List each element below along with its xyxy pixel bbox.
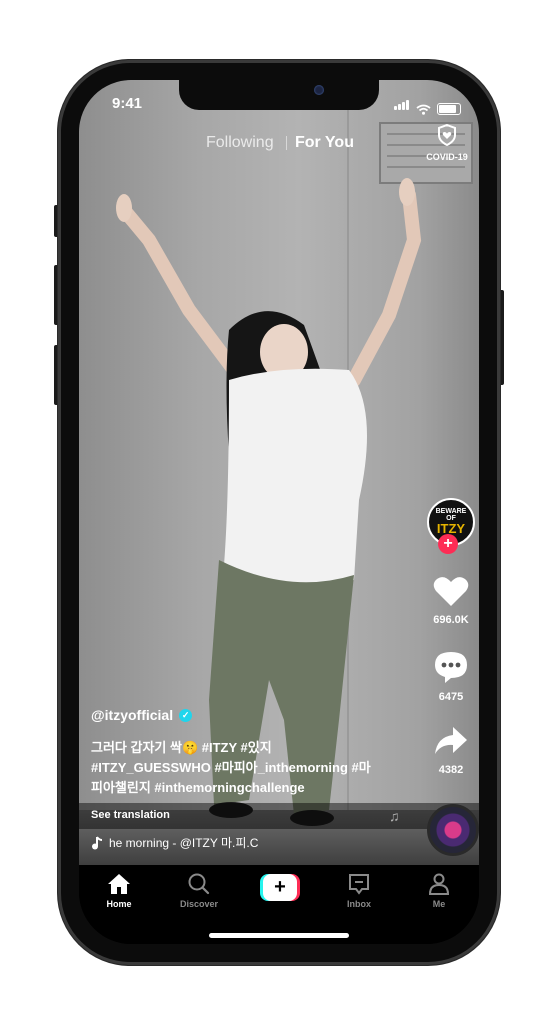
caption-line-1: 그러다 갑자기 싹🤫 #ITZY #있지 (91, 740, 272, 755)
notch (179, 80, 379, 110)
share-count: 4382 (438, 764, 464, 776)
create-plus-icon: + (263, 874, 297, 901)
comment-count: 6475 (438, 691, 464, 703)
tab-me-label: Me (432, 899, 446, 909)
home-indicator[interactable] (209, 933, 349, 938)
tab-home[interactable]: Home (89, 873, 149, 909)
create-button[interactable]: + (260, 874, 300, 901)
battery-icon (437, 103, 461, 115)
share-arrow-icon (435, 727, 467, 754)
inbox-icon (349, 874, 369, 895)
like-count: 696.0K (433, 614, 469, 626)
covid-label: COVID-19 (426, 152, 468, 162)
comment-icon (435, 652, 467, 683)
tab-discover-label: Discover (179, 899, 219, 909)
status-time: 9:41 (112, 95, 143, 112)
shield-heart-icon (438, 123, 456, 147)
comment-button[interactable]: 6475 (429, 650, 473, 703)
post-caption[interactable]: 그러다 갑자기 싹🤫 #ITZY #있지 #ITZY_GUESSWHO #마피아… (91, 738, 391, 798)
follow-plus-button[interactable]: + (438, 534, 458, 554)
tab-divider (286, 136, 287, 150)
post-username[interactable]: @itzyofficial ✓ (91, 707, 193, 723)
tab-me[interactable]: Me (409, 873, 469, 909)
music-title: he morning - @ITZY 마.피.C (109, 836, 259, 850)
caption-line-2: #ITZY_GUESSWHO #마피아_inthemorning #마 (91, 760, 371, 775)
tab-for-you[interactable]: For You (295, 134, 354, 152)
username-text: @itzyofficial (91, 707, 174, 723)
wifi-icon (416, 104, 431, 115)
tab-inbox[interactable]: Inbox (329, 873, 389, 909)
status-icons (394, 97, 461, 115)
see-translation-bar[interactable]: See translation (79, 803, 479, 829)
tab-discover[interactable]: Discover (169, 873, 229, 909)
tab-inbox-label: Inbox (347, 899, 371, 909)
profile-icon (428, 873, 450, 895)
music-note-icon (92, 835, 103, 849)
tab-following[interactable]: Following (206, 134, 274, 152)
share-button[interactable]: 4382 (429, 725, 473, 776)
search-icon (188, 873, 210, 895)
home-icon (108, 874, 130, 894)
tab-home-label: Home (106, 899, 132, 909)
phone-screen: 9:41 Following For You COVID-19 BEWARE OF… (79, 80, 479, 944)
bottom-tab-bar: Home Discover + Inbox Me (79, 865, 479, 944)
music-ticker[interactable]: he morning - @ITZY 마.피.C (91, 834, 301, 851)
see-translation-link[interactable]: See translation (91, 809, 170, 821)
signal-icon (394, 97, 410, 115)
caption-line-3: 피아챌린지 #inthemorningchallenge (91, 780, 305, 795)
floating-notes-icon: ♫ (389, 808, 400, 824)
verified-badge-icon: ✓ (179, 708, 193, 722)
heart-icon (433, 577, 469, 606)
music-disc[interactable] (427, 804, 479, 856)
front-camera (314, 85, 324, 95)
avatar-text-beware: BEWARE OF (435, 508, 467, 522)
covid-button[interactable]: COVID-19 (421, 123, 473, 162)
like-button[interactable]: 696.0K (429, 575, 473, 626)
